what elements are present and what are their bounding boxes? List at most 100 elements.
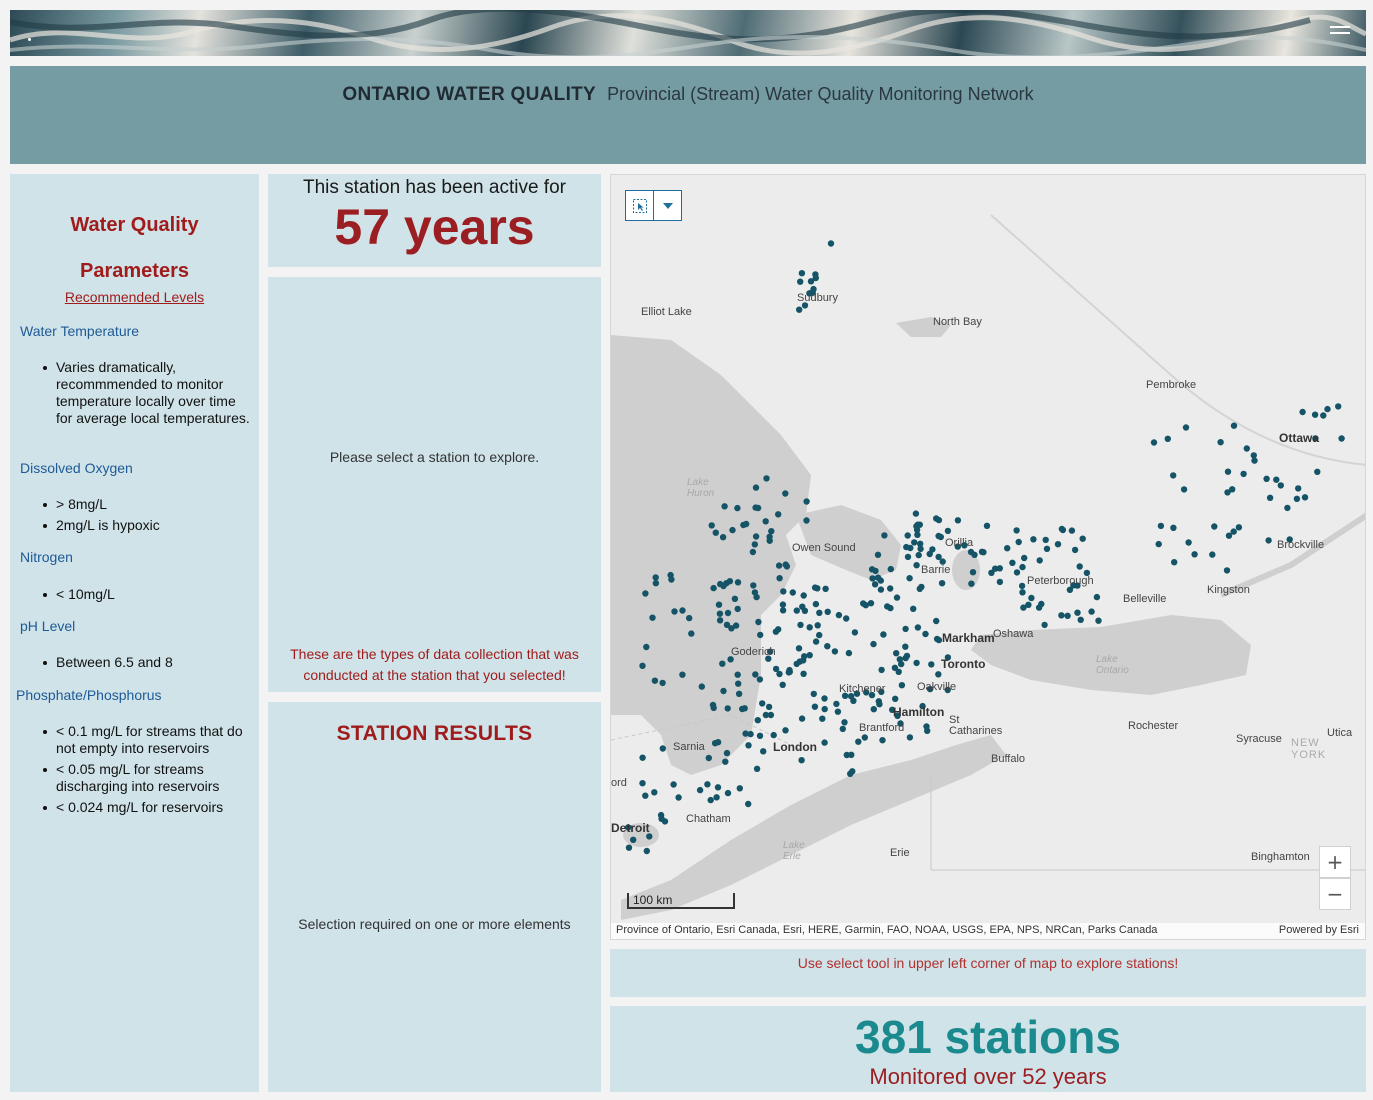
station-point[interactable] (1020, 604, 1027, 611)
station-point[interactable] (776, 670, 783, 678)
station-point[interactable] (1013, 527, 1020, 534)
station-point[interactable] (1157, 522, 1165, 530)
station-point[interactable] (811, 703, 819, 710)
station-point[interactable] (755, 618, 762, 626)
station-point[interactable] (721, 503, 728, 510)
station-point[interactable] (906, 575, 913, 582)
station-point[interactable] (649, 614, 656, 621)
station-point[interactable] (1015, 538, 1022, 546)
station-point[interactable] (1058, 612, 1065, 619)
station-point[interactable] (1041, 621, 1048, 629)
station-point[interactable] (819, 715, 826, 722)
station-point[interactable] (849, 768, 856, 775)
station-point[interactable] (1030, 536, 1037, 543)
station-point[interactable] (775, 511, 782, 518)
station-point[interactable] (1013, 569, 1021, 576)
station-point[interactable] (742, 730, 749, 737)
station-point[interactable] (745, 742, 752, 749)
station-point[interactable] (1150, 439, 1158, 446)
station-point[interactable] (1170, 472, 1177, 479)
station-point[interactable] (780, 588, 787, 595)
station-point[interactable] (845, 649, 853, 657)
chevron-down-icon[interactable] (654, 191, 681, 220)
station-point[interactable] (870, 706, 877, 713)
station-point[interactable] (971, 551, 978, 558)
station-point[interactable] (917, 540, 924, 547)
station-point[interactable] (704, 781, 711, 788)
station-point[interactable] (803, 498, 810, 505)
station-point[interactable] (754, 504, 762, 512)
station-point[interactable] (929, 546, 936, 553)
station-point[interactable] (879, 737, 886, 744)
station-point[interactable] (625, 844, 633, 851)
station-point[interactable] (1223, 567, 1231, 574)
station-point[interactable] (1335, 403, 1342, 410)
powered-by-esri[interactable]: Powered by Esri (1279, 924, 1359, 936)
station-point[interactable] (912, 510, 920, 517)
station-point[interactable] (652, 580, 660, 587)
station-point[interactable] (1155, 540, 1162, 548)
select-tool[interactable] (625, 190, 682, 221)
station-point[interactable] (751, 541, 758, 548)
station-point[interactable] (822, 585, 829, 592)
station-point[interactable] (1009, 559, 1016, 566)
station-point[interactable] (1164, 435, 1171, 442)
station-point[interactable] (893, 650, 900, 657)
station-point[interactable] (1301, 494, 1309, 501)
station-point[interactable] (827, 240, 835, 247)
station-point[interactable] (871, 581, 879, 588)
station-point[interactable] (1314, 468, 1321, 475)
station-point[interactable] (798, 757, 805, 764)
station-point[interactable] (1095, 617, 1102, 624)
station-point[interactable] (996, 565, 1003, 572)
station-point[interactable] (1088, 608, 1095, 615)
station-point[interactable] (810, 690, 817, 698)
station-point[interactable] (642, 590, 649, 597)
station-point[interactable] (913, 659, 920, 667)
station-point[interactable] (1338, 435, 1345, 442)
station-point[interactable] (1093, 593, 1101, 601)
station-point[interactable] (712, 529, 719, 536)
station-point[interactable] (891, 664, 899, 671)
station-point[interactable] (928, 661, 935, 668)
station-point[interactable] (1225, 532, 1233, 539)
station-point[interactable] (800, 670, 807, 677)
station-point[interactable] (1171, 559, 1178, 566)
station-point[interactable] (902, 625, 909, 633)
station-point[interactable] (821, 705, 828, 713)
station-point[interactable] (1182, 424, 1190, 431)
station-point[interactable] (757, 631, 764, 639)
station-point[interactable] (1021, 554, 1028, 562)
station-point[interactable] (874, 551, 882, 558)
station-point[interactable] (877, 577, 884, 584)
station-point[interactable] (797, 278, 804, 285)
station-point[interactable] (798, 715, 806, 722)
station-point[interactable] (1293, 495, 1301, 502)
station-point[interactable] (1076, 563, 1083, 570)
station-point[interactable] (659, 745, 666, 752)
station-point[interactable] (734, 579, 742, 586)
station-map[interactable]: Elliot Lake Sudbury North Bay Pembroke O… (610, 174, 1366, 940)
station-point[interactable] (1042, 536, 1049, 544)
station-point[interactable] (639, 780, 646, 787)
station-point[interactable] (898, 682, 906, 689)
station-point[interactable] (793, 660, 800, 668)
station-point[interactable] (903, 652, 911, 660)
station-point[interactable] (910, 605, 917, 612)
station-point[interactable] (1240, 470, 1247, 478)
station-point[interactable] (800, 657, 807, 664)
station-point[interactable] (887, 585, 894, 592)
station-point[interactable] (711, 740, 719, 747)
station-point[interactable] (1064, 612, 1071, 619)
station-point[interactable] (1320, 412, 1327, 419)
station-point[interactable] (754, 717, 761, 724)
station-point[interactable] (749, 548, 757, 556)
station-point[interactable] (675, 794, 682, 801)
station-point[interactable] (770, 731, 777, 739)
station-point[interactable] (724, 705, 731, 712)
station-point[interactable] (762, 711, 770, 719)
station-point[interactable] (814, 622, 821, 629)
station-point[interactable] (705, 754, 712, 762)
station-point[interactable] (1066, 586, 1074, 593)
station-point[interactable] (789, 589, 796, 596)
